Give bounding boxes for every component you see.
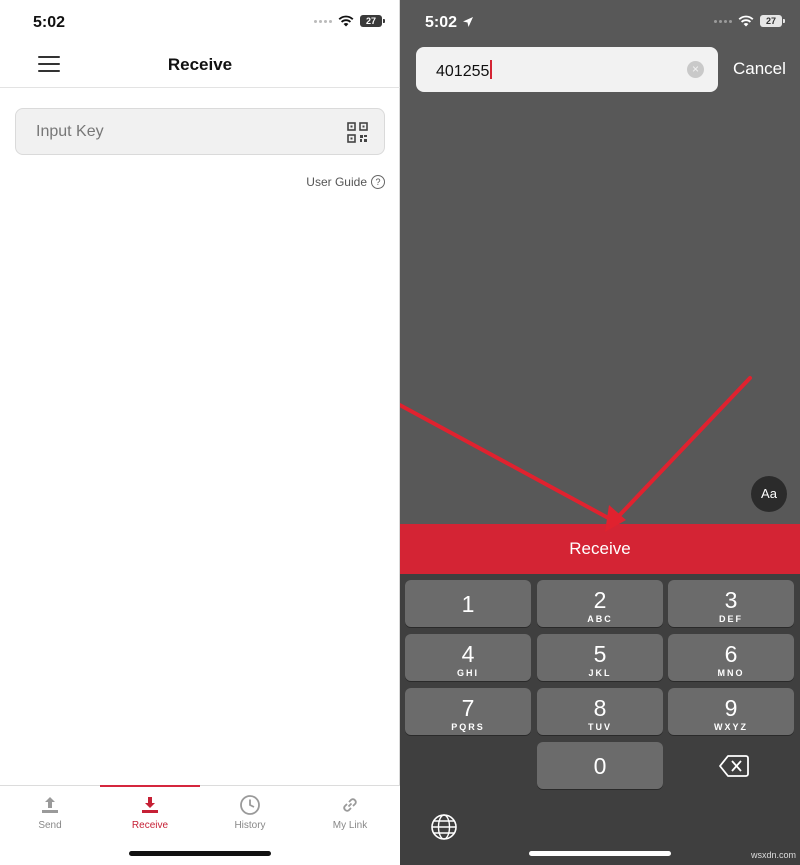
input-key-field[interactable] [15,108,385,155]
nav-bar: Receive [0,40,400,88]
key-digit: 5 [593,641,607,667]
key-letters: TUV [588,722,612,732]
key-4[interactable]: 4 GHI [405,634,531,681]
text-cursor [490,60,493,79]
key-6[interactable]: 6 MNO [668,634,794,681]
key-digit: 6 [724,641,738,667]
wifi-icon [338,15,354,27]
clock-icon [240,795,260,815]
key-entry-field[interactable]: 401255 × [416,47,718,92]
tab-send[interactable]: Send [0,786,100,842]
tab-label: History [234,820,266,831]
key-letters: MNO [717,668,745,678]
key-2[interactable]: 2 ABC [537,580,663,627]
right-screen: 5:02 27 401255 × Cancel Aa Receive 1 2 A… [400,0,800,865]
home-indicator [529,851,671,856]
numeric-keyboard: 1 2 ABC 3 DEF 4 GHI 5 JKL 6 MNO 7 PQRS 8… [400,574,800,865]
input-key-input[interactable] [36,121,336,143]
help-icon: ? [371,175,385,189]
page-title: Receive [167,55,233,74]
key-5[interactable]: 5 JKL [537,634,663,681]
key-entry-value: 401255 [436,60,493,81]
left-screen: 5:02 27 Receive Input Key User Guide ? S… [0,0,400,865]
user-guide-link[interactable]: User Guide ? [306,175,385,189]
receive-button[interactable]: Receive [400,524,800,574]
status-time: 5:02 [425,14,458,31]
key-digit: 8 [593,695,607,721]
watermark: wsxdn.com [750,850,796,860]
link-icon [343,798,357,812]
tab-receive[interactable]: Receive [100,785,200,842]
key-letters: PQRS [451,722,485,732]
key-digit: 7 [461,695,475,721]
status-time: 5:02 [33,14,66,31]
text-size-button[interactable]: Aa [751,476,787,512]
key-letters: DEF [719,614,743,624]
tab-history[interactable]: History [200,786,300,842]
key-letters: JKL [588,668,612,678]
home-indicator [129,851,271,856]
key-entry-text: 401255 [436,63,490,80]
cancel-button[interactable]: Cancel [733,59,786,79]
backspace-icon[interactable] [719,754,749,778]
key-digit: 4 [461,641,475,667]
key-digit: 2 [593,587,607,613]
wifi-icon [738,15,754,27]
tab-label: My Link [332,820,368,831]
upload-icon [42,797,58,813]
key-letters: GHI [456,668,479,678]
key-3[interactable]: 3 DEF [668,580,794,627]
key-9[interactable]: 9 WXYZ [668,688,794,735]
clear-icon[interactable]: × [687,61,704,78]
tab-label: Receive [131,820,169,831]
qr-code-icon[interactable] [347,122,368,143]
signal-icon [714,19,732,23]
location-arrow-icon [463,17,473,27]
status-bar: 5:02 27 [0,0,400,44]
download-icon [142,797,158,813]
key-8[interactable]: 8 TUV [537,688,663,735]
battery-icon: 27 [760,15,785,27]
signal-icon [314,19,332,23]
key-0[interactable]: 0 [537,742,663,789]
tab-my-link[interactable]: My Link [300,786,400,842]
tab-label: Send [38,820,62,831]
battery-icon: 27 [360,15,385,27]
globe-icon[interactable] [429,812,459,842]
user-guide-label: User Guide [306,175,367,189]
key-letters: ABC [587,614,613,624]
key-digit: 9 [724,695,738,721]
key-1[interactable]: 1 [405,580,531,627]
key-digit: 3 [724,587,738,613]
key-letters: WXYZ [714,722,748,732]
key-digit: 0 [593,753,607,779]
key-7[interactable]: 7 PQRS [405,688,531,735]
key-digit: 1 [461,591,475,617]
